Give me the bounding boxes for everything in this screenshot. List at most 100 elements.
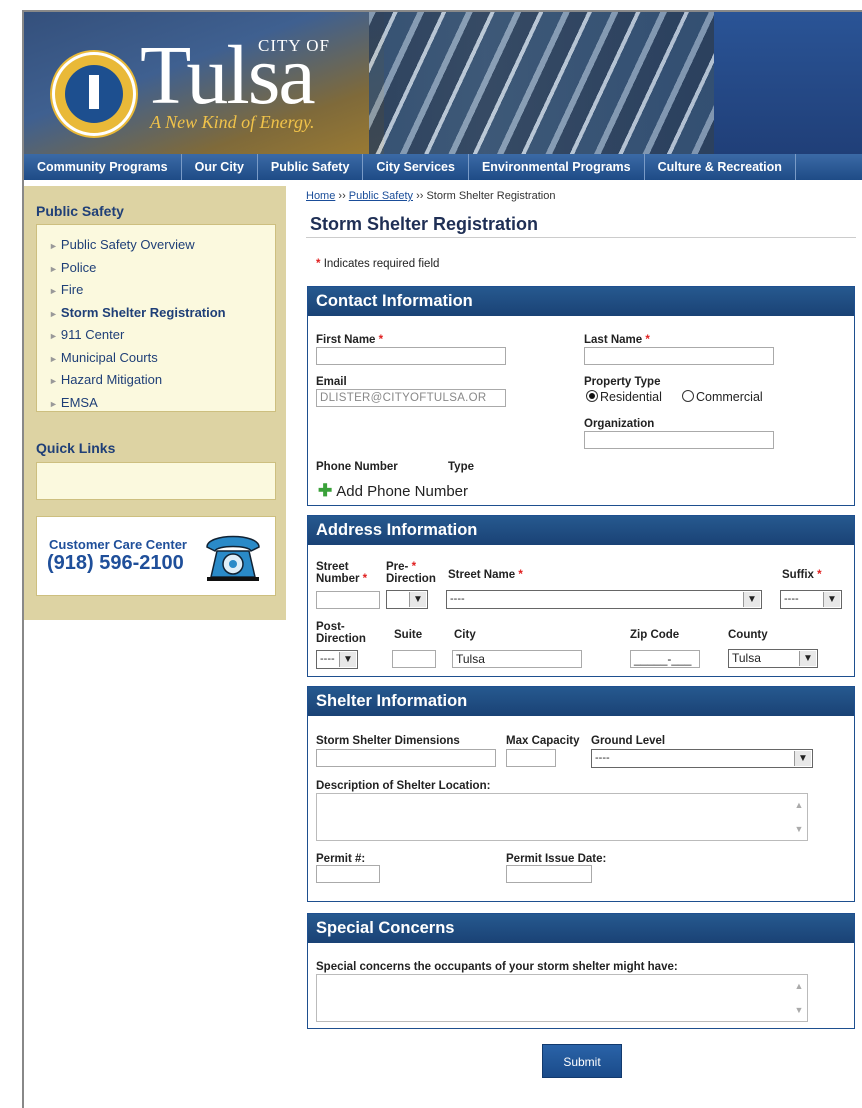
description-textarea[interactable]: ▲ ▼ (316, 793, 808, 841)
breadcrumb-separator: ›› (416, 190, 424, 202)
post-direction-select[interactable]: ---- ▼ (316, 650, 358, 669)
commercial-radio[interactable]: Commercial (682, 390, 763, 404)
county-select[interactable]: Tulsa ▼ (728, 649, 818, 668)
quick-links-box (36, 462, 276, 500)
concerns-heading: Special Concerns (308, 914, 854, 943)
breadcrumb-separator: ›› (338, 190, 346, 202)
nav-our-city[interactable]: Our City (182, 154, 258, 180)
breadcrumb-public-safety[interactable]: Public Safety (349, 190, 413, 202)
county-label: County (728, 629, 768, 641)
street-name-label: Street Name * (448, 569, 523, 581)
arrow-right-icon: ► (49, 286, 58, 296)
arrow-right-icon: ► (49, 263, 58, 274)
street-name-select[interactable]: ---- ▼ (446, 590, 762, 609)
organization-label: Organization (584, 418, 655, 430)
dimensions-input[interactable] (316, 749, 496, 767)
nav-city-services[interactable]: City Services (363, 154, 469, 180)
nav-culture-recreation[interactable]: Culture & Recreation (645, 154, 796, 180)
sidebar-item-hazard-mitigation[interactable]: ► Hazard Mitigation (37, 372, 275, 395)
sidebar-item-emsa[interactable]: ► EMSA (37, 395, 275, 418)
suffix-label: Suffix * (782, 569, 822, 581)
breadcrumb-home[interactable]: Home (306, 190, 335, 202)
nav-environmental-programs[interactable]: Environmental Programs (469, 154, 645, 180)
sidebar-item-police[interactable]: ► Police (37, 260, 275, 283)
street-number-label: Street Number * (316, 561, 368, 585)
first-name-input[interactable] (316, 347, 506, 365)
ground-level-select[interactable]: ---- ▼ (591, 749, 813, 768)
chevron-down-icon: ▼ (339, 652, 356, 667)
shelter-section: Shelter Information Storm Shelter Dimens… (307, 686, 855, 902)
email-label: Email (316, 376, 347, 388)
scroll-down-icon: ▼ (794, 1005, 804, 1015)
dimensions-label: Storm Shelter Dimensions (316, 735, 460, 747)
first-name-label: First Name * (316, 334, 384, 346)
arrow-right-icon: ► (49, 353, 58, 364)
residential-radio[interactable]: Residential (586, 390, 662, 404)
pre-direction-label: Pre- * Direction (386, 561, 436, 585)
arrow-right-icon: ► (49, 398, 58, 409)
ground-level-label: Ground Level (591, 735, 666, 747)
street-number-input[interactable] (316, 591, 380, 609)
city-input[interactable]: Tulsa (452, 650, 582, 668)
last-name-input[interactable] (584, 347, 774, 365)
contact-section: Contact Information First Name * Last Na… (307, 286, 855, 506)
chevron-down-icon: ▼ (743, 592, 760, 607)
arrow-right-icon: ► (49, 308, 58, 319)
breadcrumb: Home ›› Public Safety ›› Storm Shelter R… (306, 190, 555, 202)
description-label: Description of Shelter Location: (316, 780, 491, 792)
concerns-textarea[interactable]: ▲ ▼ (316, 974, 808, 1022)
zip-code-input[interactable]: _____-___ (630, 650, 700, 668)
quick-links-heading: Quick Links (36, 440, 116, 456)
arrow-right-icon: ► (49, 376, 58, 386)
add-phone-button[interactable]: ✚ Add Phone Number (318, 481, 468, 501)
scroll-up-icon: ▲ (794, 981, 804, 991)
max-capacity-label: Max Capacity (506, 735, 580, 747)
suite-input[interactable] (392, 650, 436, 668)
phone-number-label: Phone Number (316, 461, 398, 473)
permit-date-label: Permit Issue Date: (506, 853, 607, 865)
suffix-select[interactable]: ---- ▼ (780, 590, 842, 609)
phone-type-label: Type (448, 461, 474, 473)
sidebar-item-911-center[interactable]: ► 911 Center (37, 327, 275, 350)
sidebar-heading: Public Safety (36, 203, 124, 219)
main-nav: Community Programs Our City Public Safet… (24, 154, 862, 180)
customer-care-phone: (918) 596-2100 (47, 552, 184, 574)
radio-empty-icon (682, 390, 694, 402)
required-note: * Indicates required field (316, 258, 440, 270)
property-type-label: Property Type (584, 376, 661, 388)
zip-code-label: Zip Code (630, 629, 680, 641)
arrow-right-icon: ► (49, 331, 58, 341)
sidebar-item-public-safety-overview[interactable]: ► Public Safety Overview (37, 237, 275, 260)
sidebar-item-fire[interactable]: ► Fire (37, 282, 275, 305)
breadcrumb-current: Storm Shelter Registration (426, 190, 556, 202)
city-seal-icon (52, 52, 136, 136)
permit-label: Permit #: (316, 853, 366, 865)
logo-tulsa[interactable]: Tulsa (140, 34, 316, 118)
nav-public-safety[interactable]: Public Safety (258, 154, 364, 180)
scroll-down-icon: ▼ (794, 824, 804, 834)
organization-input[interactable] (584, 431, 774, 449)
email-input[interactable]: DLISTER@CITYOFTULSA.OR (316, 389, 506, 407)
telephone-icon (206, 535, 260, 581)
concerns-label: Special concerns the occupants of your s… (316, 961, 678, 973)
max-capacity-input[interactable] (506, 749, 556, 767)
radio-selected-icon (586, 390, 598, 402)
customer-care-box[interactable]: Customer Care Center (918) 596-2100 (36, 516, 276, 596)
submit-button[interactable]: Submit (542, 1044, 622, 1078)
post-direction-label: Post- Direction (316, 621, 366, 645)
required-star: * (316, 258, 321, 270)
chevron-down-icon: ▼ (823, 592, 840, 607)
permit-date-input[interactable] (506, 865, 592, 883)
arrow-right-icon: ► (49, 241, 58, 251)
title-divider (306, 237, 856, 238)
permit-input[interactable] (316, 865, 380, 883)
shelter-heading: Shelter Information (308, 687, 854, 716)
city-label: City (454, 629, 476, 641)
sidebar-menu: ► Public Safety Overview ► Police ► Fire ► S… (36, 224, 276, 412)
contact-heading: Contact Information (308, 287, 854, 316)
sidebar-item-municipal-courts[interactable]: ► Municipal Courts (37, 350, 275, 373)
nav-community-programs[interactable]: Community Programs (24, 154, 182, 180)
sidebar-item-storm-shelter[interactable]: ► Storm Shelter Registration (37, 305, 275, 328)
address-heading: Address Information (308, 516, 854, 545)
pre-direction-select[interactable]: ▼ (386, 590, 428, 609)
